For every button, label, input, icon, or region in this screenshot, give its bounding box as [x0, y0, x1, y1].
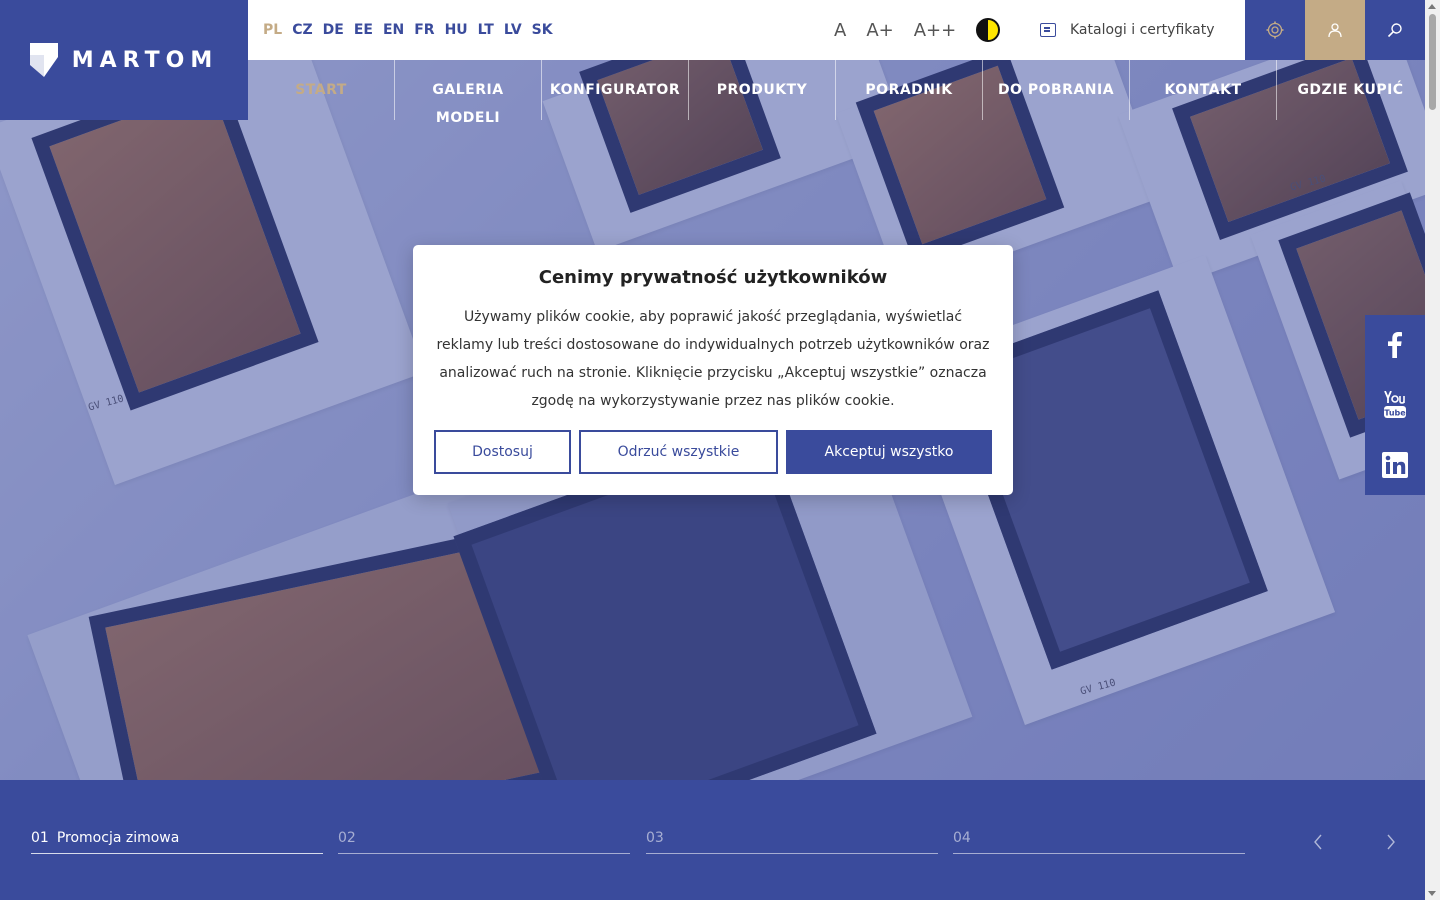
slide-number: 02	[338, 830, 356, 846]
nav-do-pobrania[interactable]: DO POBRANIA	[983, 60, 1130, 120]
logo-mark-icon	[29, 43, 58, 77]
social-links: Tube	[1365, 315, 1425, 495]
lang-ee[interactable]: EE	[354, 22, 373, 38]
slider-next-button[interactable]	[1381, 830, 1401, 854]
youtube-link[interactable]: Tube	[1365, 375, 1425, 435]
slide-number: 01	[31, 830, 49, 846]
search-button[interactable]	[1365, 0, 1425, 60]
catalog-label: Katalogi i certyfikaty	[1070, 22, 1215, 38]
nav-kontakt[interactable]: KONTAKT	[1130, 60, 1277, 120]
slider-navigation: 01 Promocja zimowa 02 03 04	[0, 780, 1425, 900]
linkedin-link[interactable]	[1365, 435, 1425, 495]
chevron-left-icon	[1314, 834, 1322, 850]
top-bar: PL CZ DE EE EN FR HU LT LV SK A A+ A++ K…	[248, 0, 1425, 60]
font-size-small-button[interactable]: A	[834, 20, 846, 41]
chevron-right-icon	[1387, 834, 1395, 850]
nav-start[interactable]: START	[248, 60, 395, 120]
nav-konfigurator[interactable]: KONFIGURATOR	[542, 60, 689, 120]
linkedin-icon	[1382, 452, 1408, 478]
slide-number: 04	[953, 830, 971, 846]
facebook-icon	[1388, 332, 1402, 358]
slide-label: Promocja zimowa	[56, 830, 180, 846]
customize-button[interactable]: Dostosuj	[434, 430, 571, 474]
user-icon	[1328, 23, 1342, 38]
lang-de[interactable]: DE	[323, 22, 344, 38]
nav-galeria-modeli[interactable]: GALERIA MODELI	[395, 60, 542, 126]
page-scrollbar[interactable]	[1425, 0, 1440, 900]
lang-fr[interactable]: FR	[414, 22, 434, 38]
svg-text:Tube: Tube	[1384, 409, 1406, 418]
cookie-actions: Dostosuj Odrzuć wszystkie Akceptuj wszys…	[434, 430, 992, 474]
lang-sk[interactable]: SK	[532, 22, 553, 38]
scroll-up-icon[interactable]	[1428, 4, 1436, 9]
youtube-icon: Tube	[1384, 391, 1406, 418]
slide-tab[interactable]: 01 Promocja zimowa	[31, 830, 323, 854]
lang-lv[interactable]: LV	[504, 22, 522, 38]
contrast-icon[interactable]	[976, 18, 1001, 42]
search-icon	[1387, 23, 1402, 38]
nav-produkty[interactable]: PRODUKTY	[689, 60, 836, 120]
nav-gdzie-kupic[interactable]: GDZIE KUPIĆ	[1277, 60, 1424, 120]
accept-all-button[interactable]: Akceptuj wszystko	[786, 430, 992, 474]
logo[interactable]: MARTOM	[0, 0, 248, 120]
lang-en[interactable]: EN	[383, 22, 404, 38]
slider-prev-button[interactable]	[1308, 830, 1328, 854]
lang-lt[interactable]: LT	[478, 22, 494, 38]
lang-cz[interactable]: CZ	[292, 22, 312, 38]
scroll-down-icon[interactable]	[1428, 891, 1436, 896]
nav-poradnik[interactable]: PORADNIK	[836, 60, 983, 120]
gear-icon	[1266, 21, 1284, 39]
font-size-medium-button[interactable]: A+	[866, 20, 893, 41]
slide-tab[interactable]: 03	[646, 830, 938, 854]
slide-tab[interactable]: 04	[953, 830, 1245, 854]
account-button[interactable]	[1305, 0, 1365, 60]
settings-button[interactable]	[1245, 0, 1305, 60]
language-switcher: PL CZ DE EE EN FR HU LT LV SK	[263, 22, 553, 38]
catalog-link[interactable]: Katalogi i certyfikaty	[1040, 0, 1214, 60]
cookie-title: Cenimy prywatność użytkowników	[538, 267, 888, 288]
slide-number: 03	[646, 830, 664, 846]
lang-pl[interactable]: PL	[263, 22, 282, 38]
facebook-link[interactable]	[1365, 315, 1425, 375]
font-size-controls: A A+ A++	[834, 0, 1001, 60]
reject-all-button[interactable]: Odrzuć wszystkie	[579, 430, 778, 474]
slide-tab[interactable]: 02	[338, 830, 630, 854]
lang-hu[interactable]: HU	[445, 22, 468, 38]
catalog-icon	[1040, 23, 1056, 37]
scrollbar-thumb[interactable]	[1429, 14, 1436, 110]
font-size-large-button[interactable]: A++	[914, 20, 956, 41]
main-nav: START GALERIA MODELI KONFIGURATOR PRODUK…	[248, 60, 1425, 126]
cookie-text: Używamy plików cookie, aby poprawić jako…	[436, 309, 990, 409]
logo-text: MARTOM	[71, 47, 219, 73]
cookie-consent-dialog: Cenimy prywatność użytkowników Używamy p…	[413, 245, 1013, 495]
